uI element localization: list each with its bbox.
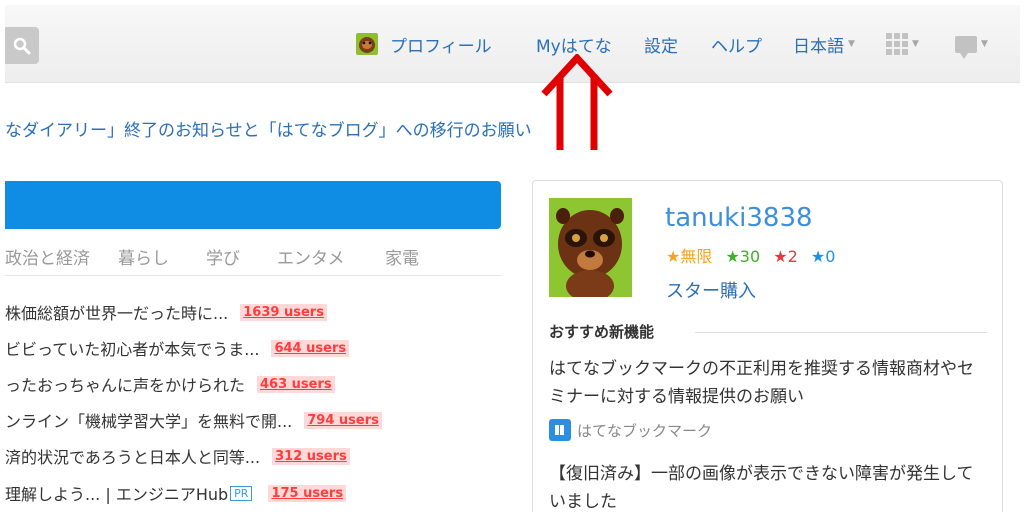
apps-grid-icon	[886, 33, 908, 55]
star-yellow-count: ★無限	[666, 247, 713, 266]
profile-card: tanuki3838 ★無限 ★30 ★2 ★0 スター購入 おすすめ新機能 は…	[532, 180, 1003, 512]
pr-badge: PR	[230, 485, 253, 501]
entry-row: ンライン「機械学習大学」を無料で開... 794 users	[5, 408, 382, 432]
tab-living[interactable]: 暮らし	[118, 244, 169, 269]
chevron-down-icon: ▼	[848, 39, 855, 49]
entry-title[interactable]: ンライン「機械学習大学」を無料で開...	[5, 408, 292, 432]
language-dropdown[interactable]: 日本語 ▼	[793, 5, 855, 83]
tab-appliances[interactable]: 家電	[385, 244, 419, 269]
hatena-bookmark-icon	[549, 419, 571, 441]
nav-profile-label[interactable]: プロフィール	[390, 32, 492, 57]
apps-menu-button[interactable]: ▼	[886, 5, 919, 83]
entry-title[interactable]: ビビっていた初心者が本気でうま...	[5, 336, 259, 360]
star-blue-count: ★0	[810, 247, 836, 266]
recommended-features-heading: おすすめ新機能	[549, 323, 655, 341]
entry-title[interactable]: 株価総額が世界一だった時に...	[5, 300, 228, 324]
nav-settings[interactable]: 設定	[644, 32, 678, 57]
nav-help[interactable]: ヘルプ	[711, 32, 762, 57]
nav-profile[interactable]: プロフィール	[356, 5, 492, 83]
users-count-badge[interactable]: 312 users	[272, 447, 350, 465]
entry-title[interactable]: 済的状況であろうと日本人と同等...	[5, 444, 260, 468]
entry-row: ビビっていた初心者が本気でうま... 644 users	[5, 336, 350, 360]
entry-row: ったおっちゃんに声をかけられた 463 users	[5, 372, 335, 396]
entry-row: 済的状況であろうと日本人と同等... 312 users	[5, 444, 350, 468]
tanuki-avatar-icon[interactable]	[549, 198, 632, 297]
profile-username[interactable]: tanuki3838	[665, 203, 813, 233]
tab-politics-economy[interactable]: 政治と経済	[5, 244, 90, 269]
feature-item-link[interactable]: 【復旧済み】一部の画像が表示できない障害が発生していました	[549, 460, 989, 512]
section-divider	[695, 332, 987, 333]
category-tabs: 政治と経済 暮らし 学び エンタメ 家電	[5, 240, 501, 276]
feature-source-label[interactable]: はてなブックマーク	[577, 420, 712, 441]
notifications-button[interactable]: ▼	[955, 5, 988, 83]
entry-title[interactable]: 理解しよう... | エンジニアHub	[5, 481, 228, 505]
star-purchase-link[interactable]: スター購入	[666, 277, 756, 303]
feature-source: はてなブックマーク	[549, 419, 712, 441]
tab-learning[interactable]: 学び	[206, 244, 240, 269]
star-red-count: ★2	[773, 247, 798, 266]
users-count-badge[interactable]: 463 users	[257, 375, 335, 393]
star-green-count: ★30	[725, 247, 761, 266]
users-count-badge[interactable]: 794 users	[304, 411, 382, 429]
users-count-badge[interactable]: 1639 users	[240, 303, 327, 321]
search-icon	[13, 37, 31, 55]
entry-row: 理解しよう... | エンジニアHub PR 175 users	[5, 481, 347, 505]
feature-item-link[interactable]: はてなブックマークの不正利用を推奨する情報商材やセミナーに対する情報提供のお願い	[549, 355, 989, 411]
users-count-badge[interactable]: 175 users	[268, 484, 347, 502]
search-button[interactable]	[5, 27, 39, 64]
nav-my-hatena[interactable]: Myはてな	[536, 32, 612, 57]
notification-bubble-icon	[955, 35, 977, 59]
entry-title[interactable]: ったおっちゃんに声をかけられた	[5, 372, 245, 396]
tab-entertainment[interactable]: エンタメ	[277, 244, 345, 269]
global-header: プロフィール Myはてな 設定 ヘルプ 日本語 ▼ ▼ ▼	[5, 5, 1020, 83]
entry-row: 株価総額が世界一だった時に... 1639 users	[5, 300, 327, 324]
chevron-down-icon: ▼	[981, 39, 988, 49]
tanuki-avatar-icon	[356, 33, 378, 55]
star-counts: ★無限 ★30 ★2 ★0	[666, 243, 835, 267]
red-double-arrow-annotation	[541, 54, 613, 150]
chevron-down-icon: ▼	[912, 39, 919, 49]
users-count-badge[interactable]: 644 users	[271, 339, 350, 357]
service-notice-link[interactable]: なダイアリー」終了のお知らせと「はてなブログ」への移行のお願い	[5, 116, 532, 141]
language-label[interactable]: 日本語	[793, 32, 844, 57]
blue-header-bar	[5, 181, 501, 229]
